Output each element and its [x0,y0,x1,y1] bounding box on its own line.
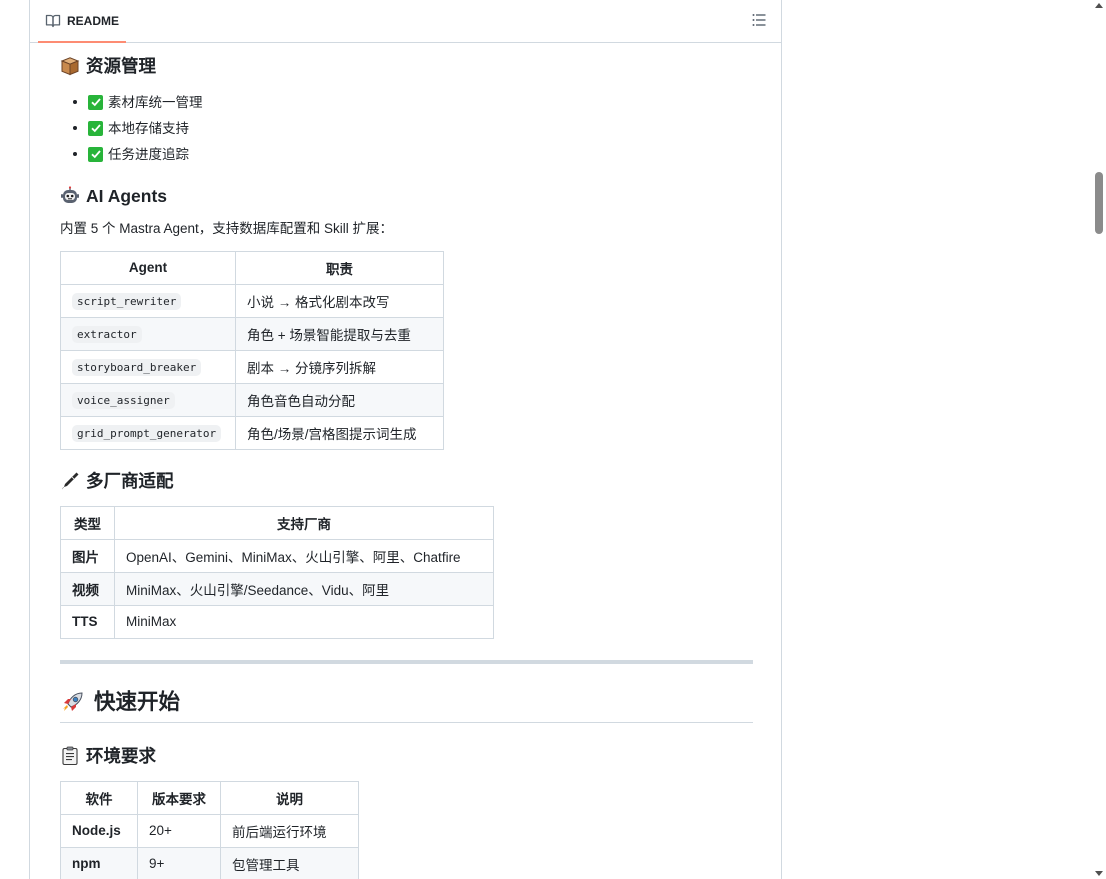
table-header-row: 类型 支持厂商 [60,505,494,540]
resource-list: 素材库统一管理 本地存储支持 任务进度追踪 [60,89,753,167]
agents-table: Agent 职责 script_rewriter 小说 → 格式化剧本改写 ex… [60,250,444,450]
vendors-cell: MiniMax [114,604,494,639]
readme-content: 资源管理 素材库统一管理 本地存储支持 任务进度追踪 [30,43,781,879]
scroll-thumb[interactable] [1095,172,1103,234]
type-cell: TTS [60,604,115,639]
agent-code: script_rewriter [72,293,182,311]
vendors-cell: MiniMax、火山引擎/Seedance、Vidu、阿里 [114,571,494,606]
duty-cell: 剧本 → 分镜序列拆解 [235,349,444,384]
table-header-row: Agent 职责 [60,250,444,285]
column-header: Agent [60,250,236,285]
readme-panel: README 资源管理 素材库统一管理 [29,0,782,879]
column-header: 支持厂商 [114,505,494,540]
agent-cell: grid_prompt_generator [60,415,236,450]
pen-emoji-icon [62,472,79,490]
scroll-up-arrow-icon[interactable] [1095,3,1103,8]
vendors-heading: 多厂商适配 [60,468,753,494]
table-row: script_rewriter 小说 → 格式化剧本改写 [60,283,444,318]
list-item-text: 任务进度追踪 [108,146,189,162]
list-item-text: 本地存储支持 [108,120,189,136]
vertical-scrollbar[interactable] [1091,0,1106,879]
table-row: 图片 OpenAI、Gemini、MiniMax、火山引擎、阿里、Chatfir… [60,538,494,573]
scroll-down-arrow-icon[interactable] [1095,871,1103,876]
check-mark-icon [88,120,103,136]
agent-code: voice_assigner [72,392,175,410]
clipboard-emoji-icon [62,746,78,765]
quickstart-heading-wrap: 快速开始 [60,686,753,723]
horizontal-rule [60,659,753,664]
vendors-cell: OpenAI、Gemini、MiniMax、火山引擎、阿里、Chatfire [114,538,494,573]
table-row: npm 9+ 包管理工具 [60,846,359,879]
list-item: 任务进度追踪 [88,141,753,167]
table-row: grid_prompt_generator 角色/场景/宫格图提示词生成 [60,415,444,450]
version-cell: 9+ [137,846,221,879]
type-cell: 视频 [60,571,115,606]
list-unordered-icon [752,14,766,26]
column-header: 软件 [60,780,138,815]
type-cell: 图片 [60,538,115,573]
resource-title: 资源管理 [86,56,156,76]
env-table: 软件 版本要求 说明 Node.js 20+ 前后端运行环境 npm 9+ 包管… [60,780,359,879]
table-row: Node.js 20+ 前后端运行环境 [60,813,359,848]
check-mark-icon [88,94,103,110]
quickstart-heading: 快速开始 [60,686,753,718]
desc-cell: 包管理工具 [220,846,359,879]
table-row: voice_assigner 角色音色自动分配 [60,382,444,417]
column-header: 职责 [235,250,444,285]
list-item-text: 素材库统一管理 [108,94,203,110]
readme-tab-label: README [67,14,120,28]
column-header: 说明 [220,780,359,815]
vendors-table: 类型 支持厂商 图片 OpenAI、Gemini、MiniMax、火山引擎、阿里… [60,505,494,639]
readme-tab[interactable]: README [38,0,127,43]
column-header: 类型 [60,505,115,540]
desc-cell: 前后端运行环境 [220,813,359,848]
agent-cell: storyboard_breaker [60,349,236,384]
duty-cell: 角色/场景/宫格图提示词生成 [235,415,444,450]
resource-heading: 资源管理 [60,53,753,79]
check-mark-icon [88,146,103,162]
version-cell: 20+ [137,813,221,848]
rocket-emoji-icon [63,692,83,711]
readme-header: README [30,0,781,43]
agents-title: AI Agents [86,185,168,206]
book-icon [45,14,61,28]
software-cell: Node.js [60,813,138,848]
agent-cell: script_rewriter [60,283,236,318]
table-header-row: 软件 版本要求 说明 [60,780,359,815]
env-heading: 环境要求 [60,743,753,769]
vendors-title: 多厂商适配 [86,470,174,491]
agent-code: grid_prompt_generator [72,425,222,443]
agent-cell: extractor [60,316,236,351]
robot-emoji-icon [61,186,79,203]
list-item: 素材库统一管理 [88,89,753,115]
agent-code: storyboard_breaker [72,359,202,377]
duty-cell: 角色音色自动分配 [235,382,444,417]
table-row: storyboard_breaker 剧本 → 分镜序列拆解 [60,349,444,384]
package-emoji-icon [60,57,80,76]
agent-cell: voice_assigner [60,382,236,417]
software-cell: npm [60,846,138,879]
duty-cell: 角色 + 场景智能提取与去重 [235,316,444,351]
quickstart-title: 快速开始 [94,689,181,714]
table-row: TTS MiniMax [60,604,494,639]
agents-heading: AI Agents [60,183,753,209]
table-row: 视频 MiniMax、火山引擎/Seedance、Vidu、阿里 [60,571,494,606]
agent-code: extractor [72,326,142,344]
env-title: 环境要求 [86,745,156,766]
list-item: 本地存储支持 [88,115,753,141]
agents-intro: 内置 5 个 Mastra Agent，支持数据库配置和 Skill 扩展： [60,220,394,236]
column-header: 版本要求 [137,780,221,815]
table-row: extractor 角色 + 场景智能提取与去重 [60,316,444,351]
outline-button[interactable] [751,12,767,28]
duty-cell: 小说 → 格式化剧本改写 [235,283,444,318]
